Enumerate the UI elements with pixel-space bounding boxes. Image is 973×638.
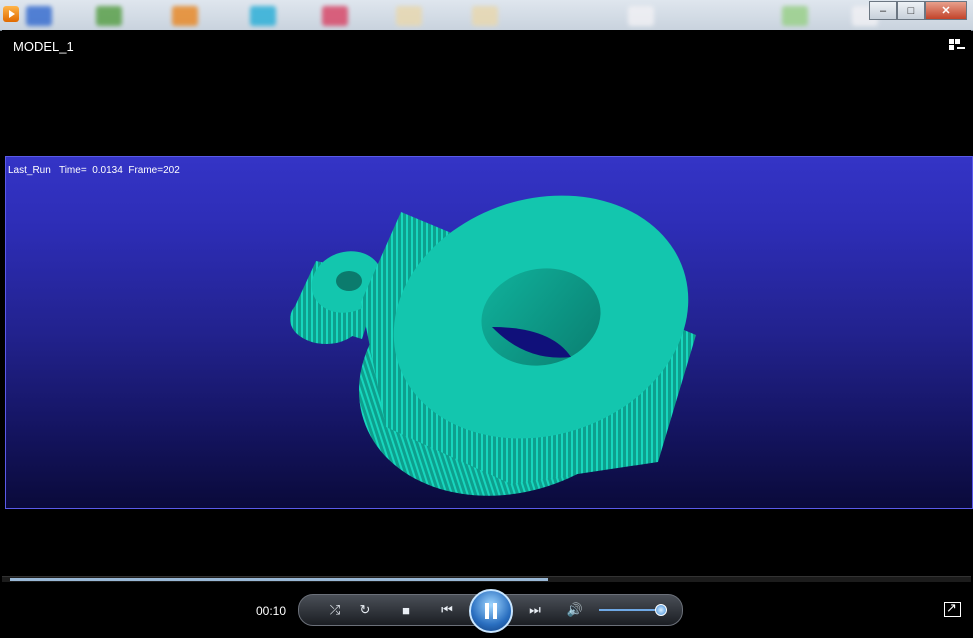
stop-icon[interactable]: ■ xyxy=(394,595,418,625)
desktop-blur xyxy=(782,6,808,26)
next-icon[interactable]: ⏭ xyxy=(517,595,553,625)
shuffle-icon[interactable]: ⤮ xyxy=(323,595,347,625)
previous-icon[interactable]: ⏮ xyxy=(429,595,465,625)
volume-icon[interactable]: 🔊 xyxy=(563,595,587,625)
fullscreen-icon[interactable] xyxy=(944,600,961,617)
desktop-blur xyxy=(172,6,198,26)
volume-slider-handle[interactable] xyxy=(655,604,667,616)
playback-controls: 00:10 ⤮ ↻ ■ ⏮ ⏭ 🔊 xyxy=(2,588,971,633)
elapsed-time: 00:10 xyxy=(256,604,287,618)
desktop-blur xyxy=(26,6,52,26)
gear-animation xyxy=(290,195,696,496)
minimize-button[interactable]: – xyxy=(869,1,897,20)
switch-to-library-icon[interactable] xyxy=(949,39,965,53)
desktop-blur xyxy=(322,6,348,26)
window-controls: – □ ✕ xyxy=(869,1,967,20)
repeat-icon[interactable]: ↻ xyxy=(353,595,377,625)
seek-bar[interactable] xyxy=(2,576,971,582)
model-title: MODEL_1 xyxy=(13,39,74,54)
video-viewport[interactable]: Last_Run Time= 0.0134 Frame=202 xyxy=(5,156,973,509)
desktop-blur xyxy=(250,6,276,26)
desktop-blur xyxy=(472,6,498,26)
title-bar: – □ ✕ xyxy=(0,0,973,31)
ring-gear xyxy=(358,195,696,496)
media-player-icon[interactable] xyxy=(3,6,19,22)
close-button[interactable]: ✕ xyxy=(925,1,967,20)
desktop-blur xyxy=(396,6,422,26)
pause-icon[interactable] xyxy=(469,589,513,633)
desktop-blur xyxy=(628,6,654,26)
transport-bar: ⤮ ↻ ■ ⏮ ⏭ 🔊 xyxy=(298,589,683,633)
seek-bar-progress xyxy=(10,578,549,581)
desktop-blur xyxy=(96,6,122,26)
maximize-button[interactable]: □ xyxy=(897,1,925,20)
player-window: MODEL_1 Last_Run Time= 0.0134 Frame=202 xyxy=(2,30,973,636)
